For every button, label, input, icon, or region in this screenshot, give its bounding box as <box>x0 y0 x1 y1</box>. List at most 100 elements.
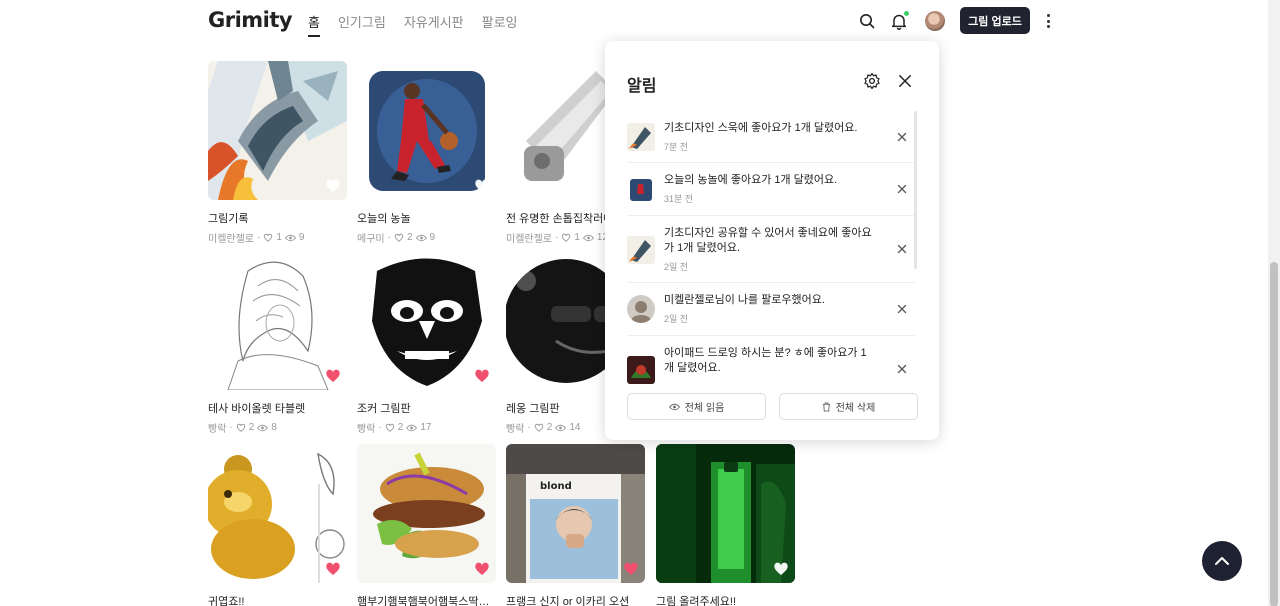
artwork-title[interactable]: 귀엽죠!! <box>208 593 347 606</box>
delete-all-button[interactable]: 전체 삭제 <box>779 393 918 420</box>
dismiss-icon[interactable] <box>895 182 909 196</box>
dismiss-icon[interactable] <box>895 130 909 144</box>
notification-item[interactable]: 오늘의 농놀에 좋아요가 1개 달렸어요. 31분 전 <box>627 163 915 216</box>
heart-icon[interactable] <box>474 561 490 577</box>
panel-title: 알림 <box>627 78 657 95</box>
artwork-title[interactable]: 그림 올려주세요!! <box>656 593 795 606</box>
artwork-card[interactable]: 그림 올려주세요!! <box>656 444 795 606</box>
heart-icon[interactable] <box>325 178 341 194</box>
artwork-thumbnail[interactable] <box>656 444 795 583</box>
artwork-title[interactable]: 조커 그림판 <box>357 400 496 416</box>
like-count-icon <box>236 423 245 432</box>
artwork-card[interactable]: 오늘의 농놀 메구미 · 2 9 <box>357 61 496 245</box>
chevron-up-icon <box>1215 557 1229 565</box>
artwork-meta: 미켈란젤로 · 1 9 <box>208 230 305 245</box>
nav-free-board[interactable]: 자유게시판 <box>404 12 464 37</box>
artwork-author[interactable]: 빵락 <box>357 420 375 435</box>
scroll-top-button[interactable] <box>1202 541 1242 581</box>
artwork-author[interactable]: 빵락 <box>506 420 524 435</box>
artwork-author[interactable]: 메구미 <box>357 230 385 245</box>
artwork-title[interactable]: 오늘의 농놀 <box>357 210 496 226</box>
notification-dot <box>904 11 909 16</box>
notification-item[interactable]: 아이패드 드로잉 하시는 분? ㅎ에 좋아요가 1개 달렸어요. <box>627 336 915 384</box>
eye-icon <box>668 403 680 410</box>
close-icon[interactable] <box>896 72 914 90</box>
view-count-icon <box>555 424 567 431</box>
notification-thumbnail <box>627 356 655 384</box>
view-count-icon <box>582 234 594 241</box>
artwork-author[interactable]: 미켈란젤로 <box>506 230 552 245</box>
like-count: 2 <box>248 422 255 433</box>
heart-icon[interactable] <box>325 561 341 577</box>
notification-list: 기초디자인 스욱에 좋아요가 1개 달렸어요. 7분 전 오늘의 농놀에 좋아요… <box>627 111 919 421</box>
artwork-title[interactable]: 햄부기햄북햄북어햄북스딱스함... <box>357 593 496 606</box>
read-all-label: 전체 읽음 <box>684 403 725 414</box>
artwork-card[interactable]: 햄부기햄북햄북어햄북스딱스함... <box>357 444 496 606</box>
artwork-thumbnail[interactable] <box>208 444 347 583</box>
artwork-card[interactable]: 테사 바이올렛 타블렛 빵락 · 2 8 <box>208 251 347 435</box>
notification-text: 오늘의 농놀에 좋아요가 1개 달렸어요. <box>664 174 838 186</box>
like-count-icon <box>264 233 273 242</box>
notification-thumbnail <box>627 236 655 264</box>
notification-time: 31분 전 <box>664 194 694 204</box>
heart-icon[interactable] <box>474 178 490 194</box>
heart-icon[interactable] <box>623 561 639 577</box>
artwork-thumbnail[interactable] <box>208 251 347 390</box>
artwork-author[interactable]: 미켈란젤로 <box>208 230 254 245</box>
page-scrollbar-thumb[interactable] <box>1270 262 1278 606</box>
heart-icon[interactable] <box>773 561 789 577</box>
view-count: 8 <box>271 422 277 433</box>
view-count-icon <box>257 424 269 431</box>
heart-icon[interactable] <box>474 368 490 384</box>
artwork-thumbnail[interactable] <box>208 61 347 200</box>
nav-following[interactable]: 팔로잉 <box>482 12 518 37</box>
bell-icon[interactable] <box>888 10 910 32</box>
notification-item[interactable]: 기초디자인 스욱에 좋아요가 1개 달렸어요. 7분 전 <box>627 111 915 163</box>
logo[interactable]: Grimity <box>208 8 293 32</box>
svg-text:blond: blond <box>540 481 572 492</box>
view-count: 17 <box>420 422 432 433</box>
view-count: 9 <box>429 232 436 243</box>
artwork-card[interactable]: 그림기록 미켈란젤로 · 1 9 <box>208 61 347 245</box>
gear-icon[interactable] <box>863 72 881 90</box>
artwork-author[interactable]: 빵락 <box>208 420 226 435</box>
avatar[interactable] <box>925 11 945 31</box>
dismiss-icon[interactable] <box>895 362 909 376</box>
upload-button[interactable]: 그림 업로드 <box>960 7 1030 34</box>
like-count: 2 <box>546 422 553 433</box>
like-count-icon <box>562 233 571 242</box>
dismiss-icon[interactable] <box>895 302 909 316</box>
artwork-meta: 메구미 · 2 9 <box>357 230 436 245</box>
artwork-title[interactable]: 그림기록 <box>208 210 347 226</box>
like-count: 1 <box>574 232 580 243</box>
artwork-thumbnail[interactable] <box>357 61 496 200</box>
artwork-title[interactable]: 프랭크 신지 or 이카리 오션 <box>506 593 645 606</box>
search-icon[interactable] <box>856 10 878 32</box>
top-header: Grimity 홈 인기그림 자유게시판 팔로잉 그림 업로드 <box>0 0 1268 44</box>
read-all-button[interactable]: 전체 읽음 <box>627 393 766 420</box>
notification-thumbnail <box>627 176 655 204</box>
notification-scrollbar[interactable] <box>914 111 917 269</box>
notification-item[interactable]: 기초디자인 공유할 수 있어서 좋네요에 좋아요가 1개 달렸어요. 2일 전 <box>627 216 915 283</box>
artwork-thumbnail[interactable] <box>357 444 496 583</box>
view-count-icon <box>415 234 427 241</box>
notification-time: 2일 전 <box>664 314 689 324</box>
notification-text: 아이패드 드로잉 하시는 분? ㅎ에 좋아요가 1개 달렸어요. <box>664 347 867 374</box>
nav-home[interactable]: 홈 <box>308 12 320 37</box>
nav-popular[interactable]: 인기그림 <box>338 12 386 37</box>
artwork-meta: 빵락 · 2 8 <box>208 420 277 435</box>
heart-icon[interactable] <box>325 368 341 384</box>
notification-time: 2일 전 <box>664 262 689 272</box>
notification-item[interactable]: 미켈란젤로님이 나를 팔로우했어요. 2일 전 <box>627 283 915 336</box>
artwork-thumbnail[interactable] <box>357 251 496 390</box>
artwork-card[interactable]: blond 프랭크 신지 or 이카리 오션 <box>506 444 645 606</box>
artwork-meta: 빵락 · 2 17 <box>357 420 432 435</box>
artwork-card[interactable]: 귀엽죠!! <box>208 444 347 606</box>
artwork-card[interactable]: 조커 그림판 빵락 · 2 17 <box>357 251 496 435</box>
like-count-icon <box>534 423 543 432</box>
artwork-thumbnail[interactable]: blond <box>506 444 645 583</box>
dismiss-icon[interactable] <box>895 242 909 256</box>
artwork-title[interactable]: 테사 바이올렛 타블렛 <box>208 400 347 416</box>
more-icon[interactable] <box>1042 12 1054 30</box>
page-scrollbar[interactable] <box>1268 0 1280 606</box>
